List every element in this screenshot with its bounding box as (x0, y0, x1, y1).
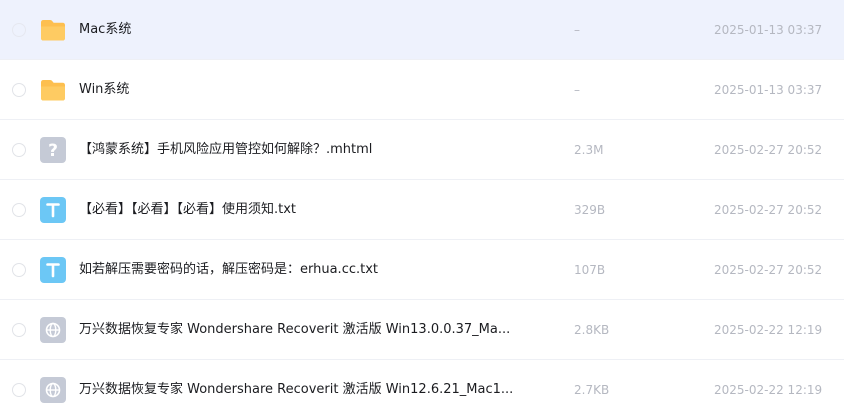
file-list: Mac系统 – 2025-01-13 03:37 Win系统 – 2025-01… (0, 0, 844, 403)
file-name[interactable]: 万兴数据恢复专家 Wondershare Recoverit 激活版 Win13… (79, 300, 519, 360)
text-file-icon (39, 196, 67, 224)
file-row[interactable]: Win系统 – 2025-01-13 03:37 (0, 60, 844, 120)
row-checkbox[interactable] (12, 83, 26, 97)
file-size: 2.3M (574, 143, 604, 157)
file-name[interactable]: Win系统 (79, 60, 519, 120)
file-row[interactable]: 万兴数据恢复专家 Wondershare Recoverit 激活版 Win13… (0, 300, 844, 360)
file-name[interactable]: 【鸿蒙系统】手机风险应用管控如何解除？.mhtml (79, 120, 519, 180)
web-file-icon (39, 316, 67, 344)
file-name[interactable]: 【必看】【必看】【必看】使用须知.txt (79, 180, 519, 240)
file-size: 2.8KB (574, 323, 610, 337)
row-checkbox[interactable] (12, 323, 26, 337)
file-modified-date: 2025-02-27 20:52 (714, 143, 823, 157)
file-size: – (574, 83, 580, 97)
row-checkbox[interactable] (12, 23, 26, 37)
file-name[interactable]: 万兴数据恢复专家 Wondershare Recoverit 激活版 Win12… (79, 360, 519, 403)
row-checkbox[interactable] (12, 143, 26, 157)
file-modified-date: 2025-02-27 20:52 (714, 263, 823, 277)
row-checkbox[interactable] (12, 263, 26, 277)
svg-text:?: ? (48, 141, 58, 161)
row-checkbox[interactable] (12, 203, 26, 217)
file-size: – (574, 23, 580, 37)
web-file-icon (39, 376, 67, 403)
file-size: 329B (574, 203, 606, 217)
file-row[interactable]: 【必看】【必看】【必看】使用须知.txt 329B 2025-02-27 20:… (0, 180, 844, 240)
file-size: 2.7KB (574, 383, 610, 397)
file-name[interactable]: Mac系统 (79, 0, 519, 60)
file-size: 107B (574, 263, 606, 277)
file-modified-date: 2025-02-22 12:19 (714, 323, 823, 337)
file-modified-date: 2025-02-27 20:52 (714, 203, 823, 217)
file-row[interactable]: 如若解压需要密码的话，解压密码是：erhua.cc.txt 107B 2025-… (0, 240, 844, 300)
file-modified-date: 2025-01-13 03:37 (714, 83, 823, 97)
file-row[interactable]: 万兴数据恢复专家 Wondershare Recoverit 激活版 Win12… (0, 360, 844, 403)
file-row[interactable]: Mac系统 – 2025-01-13 03:37 (0, 0, 844, 60)
unknown-file-icon: ? (39, 136, 67, 164)
row-checkbox[interactable] (12, 383, 26, 397)
file-row[interactable]: ? 【鸿蒙系统】手机风险应用管控如何解除？.mhtml 2.3M 2025-02… (0, 120, 844, 180)
file-modified-date: 2025-01-13 03:37 (714, 23, 823, 37)
file-name[interactable]: 如若解压需要密码的话，解压密码是：erhua.cc.txt (79, 240, 519, 300)
text-file-icon (39, 256, 67, 284)
file-modified-date: 2025-02-22 12:19 (714, 383, 823, 397)
folder-icon (39, 16, 67, 44)
folder-icon (39, 76, 67, 104)
